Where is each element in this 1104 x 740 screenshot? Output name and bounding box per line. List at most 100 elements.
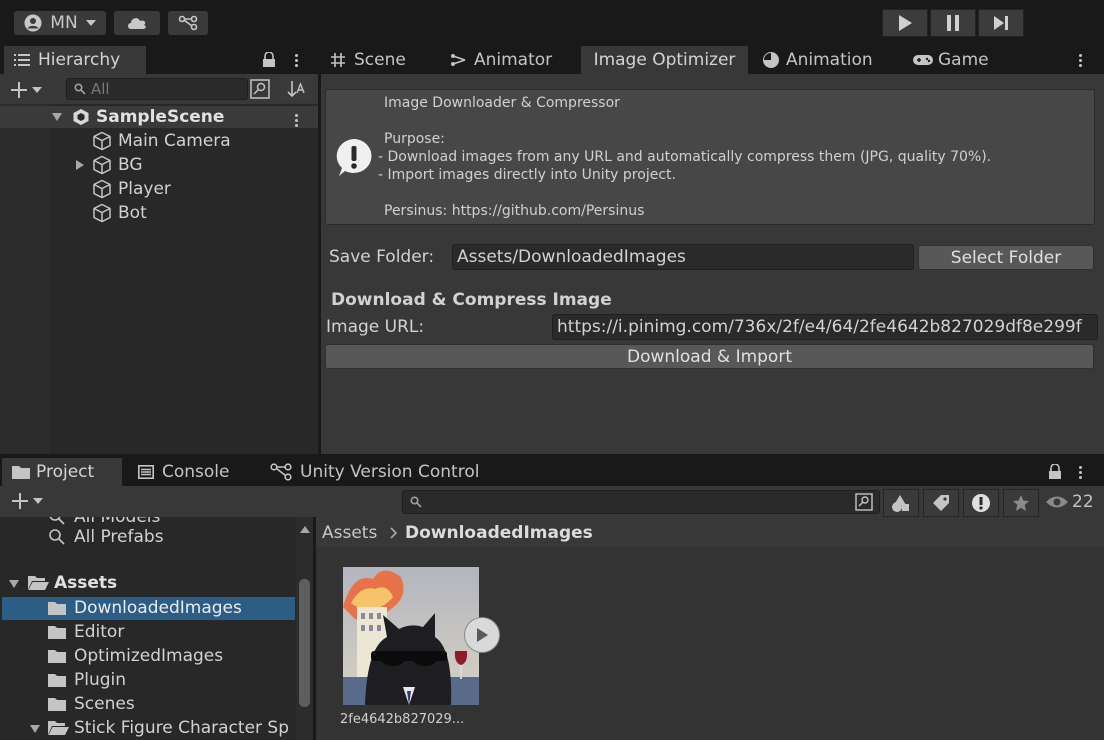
hierarchy-item-label: BG bbox=[118, 155, 143, 175]
tab-hierarchy-label: Hierarchy bbox=[38, 50, 121, 70]
project-search-input[interactable] bbox=[402, 490, 880, 514]
grid-hash-icon bbox=[330, 52, 346, 68]
favorites-button[interactable] bbox=[1003, 489, 1039, 517]
asset-preview-play-button[interactable] bbox=[464, 617, 500, 653]
create-asset-button[interactable] bbox=[11, 492, 43, 510]
eye-icon bbox=[1045, 495, 1069, 509]
scene-menu-icon[interactable] bbox=[295, 112, 299, 129]
animation-clock-icon bbox=[762, 51, 780, 69]
hidden-packages-toggle[interactable]: 22 bbox=[1045, 489, 1102, 515]
breadcrumb-current[interactable]: DownloadedImages bbox=[405, 523, 593, 543]
play-button[interactable] bbox=[882, 9, 928, 37]
sidebar-item-assets[interactable]: Assets bbox=[28, 571, 117, 595]
star-icon bbox=[1012, 494, 1030, 512]
tab-label: Animation bbox=[786, 50, 873, 70]
hierarchy-item[interactable]: BG bbox=[92, 153, 143, 177]
scroll-up-icon[interactable] bbox=[300, 526, 310, 533]
hierarchy-item[interactable]: Player bbox=[92, 177, 171, 201]
unity-scene-icon bbox=[72, 108, 90, 126]
hierarchy-search-input[interactable]: All bbox=[66, 78, 248, 100]
project-menu-icon[interactable] bbox=[1079, 464, 1083, 481]
sidebar-item-optimizedimages[interactable]: OptimizedImages bbox=[48, 644, 223, 668]
tab-unity-version-control[interactable]: Unity Version Control bbox=[270, 458, 479, 486]
chevron-down-icon bbox=[33, 498, 43, 504]
sidebar-item-all-prefabs[interactable]: All Prefabs bbox=[48, 525, 164, 549]
play-icon bbox=[898, 15, 912, 31]
tab-animation[interactable]: Animation bbox=[762, 46, 873, 74]
hierarchy-item-label: Player bbox=[118, 179, 171, 199]
search-scene-icon[interactable] bbox=[250, 79, 270, 99]
console-icon bbox=[138, 465, 154, 479]
cloud-icon bbox=[126, 16, 148, 30]
hierarchy-item-label: Main Camera bbox=[118, 131, 231, 151]
download-import-button[interactable]: Download & Import bbox=[325, 344, 1094, 369]
account-dropdown[interactable]: MN bbox=[13, 10, 107, 36]
animator-icon bbox=[450, 52, 468, 68]
hierarchy-menu-icon[interactable] bbox=[295, 52, 299, 69]
scene-row[interactable]: SampleScene bbox=[52, 105, 224, 129]
scrollbar-thumb[interactable] bbox=[299, 579, 310, 707]
main-toolbar: MN bbox=[0, 0, 1104, 44]
scene-name: SampleScene bbox=[96, 107, 225, 127]
cloud-button[interactable] bbox=[113, 10, 161, 36]
sidebar-item-editor[interactable]: Editor bbox=[48, 620, 124, 644]
gamepad-icon bbox=[912, 53, 934, 67]
save-folder-field[interactable]: Assets/DownloadedImages bbox=[452, 244, 914, 270]
tab-hierarchy[interactable]: Hierarchy bbox=[4, 46, 146, 74]
sidebar-item-label: OptimizedImages bbox=[74, 646, 224, 666]
expand-arrow-icon[interactable] bbox=[30, 725, 40, 733]
step-button[interactable] bbox=[978, 9, 1024, 37]
hierarchy-panel: All SampleScene Main Camera BG Player Bo… bbox=[0, 74, 318, 454]
tab-label: Console bbox=[162, 462, 230, 482]
sort-icon bbox=[286, 79, 306, 99]
select-folder-button[interactable]: Select Folder bbox=[918, 245, 1094, 270]
sort-button[interactable] bbox=[280, 76, 312, 102]
chevron-down-icon bbox=[85, 20, 96, 26]
pause-button[interactable] bbox=[930, 9, 976, 37]
help-line-2: - Import images directly into Unity proj… bbox=[378, 167, 676, 183]
hierarchy-item[interactable]: Main Camera bbox=[92, 129, 231, 153]
breadcrumb-root[interactable]: Assets bbox=[322, 523, 377, 543]
add-object-button[interactable] bbox=[10, 81, 42, 99]
tab-console[interactable]: Console bbox=[138, 458, 230, 486]
chevron-down-icon bbox=[32, 87, 42, 93]
search-scene-icon[interactable] bbox=[855, 493, 873, 511]
editor-menu-icon[interactable] bbox=[1079, 52, 1083, 69]
sidebar-item-stick-figure[interactable]: Stick Figure Character Sp bbox=[48, 716, 289, 740]
asset-name[interactable]: 2fe4642b827029... bbox=[340, 712, 464, 727]
project-sidebar: All Models All Prefabs Assets Downloaded… bbox=[0, 517, 313, 740]
folder-icon bbox=[48, 649, 66, 663]
hierarchy-gutter bbox=[0, 104, 50, 454]
search-by-type-button[interactable] bbox=[883, 489, 919, 517]
asset-thumbnail[interactable] bbox=[343, 567, 479, 705]
plus-icon bbox=[11, 492, 29, 510]
sidebar-scrollbar[interactable] bbox=[296, 517, 313, 740]
hierarchy-item[interactable]: Bot bbox=[92, 201, 147, 225]
folder-icon bbox=[48, 625, 66, 639]
image-optimizer-window: Image Downloader & Compressor Purpose: -… bbox=[321, 74, 1104, 454]
sidebar-item-plugin[interactable]: Plugin bbox=[48, 668, 126, 692]
lock-icon[interactable] bbox=[1048, 464, 1062, 480]
expand-arrow-icon[interactable] bbox=[76, 160, 84, 170]
expand-arrow-icon[interactable] bbox=[9, 580, 19, 588]
collab-button[interactable] bbox=[167, 10, 209, 36]
gameobject-icon bbox=[92, 155, 112, 175]
image-url-field[interactable]: https://i.pinimg.com/736x/2f/e4/64/2fe46… bbox=[552, 314, 1098, 340]
expand-arrow-icon bbox=[52, 113, 62, 121]
tab-animator[interactable]: Animator bbox=[450, 46, 552, 74]
sidebar-item-label: All Prefabs bbox=[74, 527, 164, 547]
search-by-label-button[interactable] bbox=[923, 489, 959, 517]
account-icon bbox=[24, 14, 42, 32]
lock-icon[interactable] bbox=[262, 52, 276, 68]
tab-game[interactable]: Game bbox=[912, 46, 989, 74]
section-title: Download & Compress Image bbox=[331, 290, 612, 310]
tab-scene[interactable]: Scene bbox=[330, 46, 406, 74]
account-label: MN bbox=[50, 13, 78, 33]
log-filter-button[interactable] bbox=[963, 489, 999, 517]
sidebar-item-scenes[interactable]: Scenes bbox=[48, 692, 135, 716]
tab-label: Project bbox=[36, 462, 95, 482]
search-icon bbox=[410, 496, 422, 508]
sidebar-item-downloadedimages[interactable]: DownloadedImages bbox=[48, 596, 242, 620]
tab-project[interactable]: Project bbox=[2, 458, 122, 486]
tab-image-optimizer[interactable]: Image Optimizer bbox=[581, 46, 748, 74]
